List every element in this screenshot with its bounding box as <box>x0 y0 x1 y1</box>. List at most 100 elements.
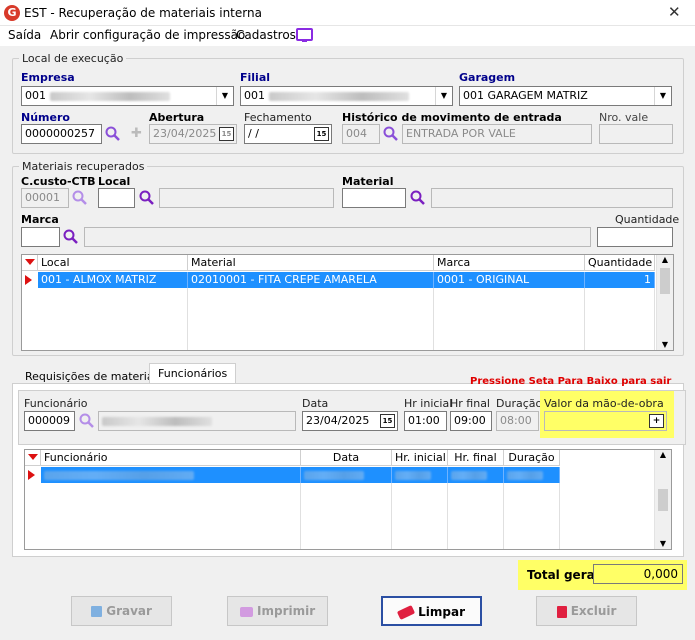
menu-cadastros[interactable]: Cadastros <box>236 28 296 42</box>
search-icon[interactable] <box>383 126 399 142</box>
fechamento-date[interactable]: / / 15 <box>244 124 332 144</box>
col-data[interactable]: Data <box>301 450 392 466</box>
abertura-value: 23/04/2025 <box>153 127 217 140</box>
hr-inicial-label: Hr inicial <box>404 397 453 410</box>
chevron-up-icon[interactable]: ▲ <box>657 255 673 264</box>
gravar-button[interactable]: Gravar <box>71 596 172 626</box>
menu-saida[interactable]: Saída <box>8 28 41 42</box>
marca-input[interactable] <box>21 227 60 247</box>
cell-material[interactable]: 02010001 - FITA CREPE AMARELA <box>188 272 434 288</box>
cell-redacted <box>44 470 194 480</box>
scroll-thumb[interactable] <box>658 489 668 511</box>
chevron-down-icon[interactable]: ▼ <box>655 539 671 548</box>
empresa-label: Empresa <box>21 71 75 84</box>
cell-redacted <box>395 470 431 480</box>
menu-abrir-configuracao[interactable]: Abrir configuração de impressão <box>50 28 245 42</box>
grid-empty-col <box>188 288 434 350</box>
col-funcionario[interactable]: Funcionário <box>41 450 301 466</box>
numero-input[interactable]: 0000000257 <box>21 124 102 144</box>
limpar-button[interactable]: Limpar <box>381 596 482 626</box>
funcionarios-table[interactable]: Funcionário Data Hr. inicial Hr. final D… <box>24 449 672 550</box>
calculator-icon[interactable]: + <box>649 414 664 428</box>
duracao-label: Duração <box>496 397 543 410</box>
nro-vale-input <box>599 124 673 144</box>
tab-funcionarios[interactable]: Funcionários <box>149 363 237 384</box>
search-icon[interactable] <box>63 229 79 245</box>
col-quantidade[interactable]: Quantidade <box>585 255 655 271</box>
data-date[interactable]: 23/04/2025 15 <box>302 411 398 431</box>
cell-redacted <box>507 470 543 480</box>
vertical-scrollbar[interactable]: ▲ ▼ <box>654 450 671 549</box>
col-hr-inicial[interactable]: Hr. inicial <box>392 450 448 466</box>
cell-local[interactable]: 001 - ALMOX MATRIZ <box>38 272 188 288</box>
col-material[interactable]: Material <box>188 255 434 271</box>
grid-empty-col <box>504 483 560 549</box>
excluir-button[interactable]: Excluir <box>536 596 637 626</box>
calendar-icon[interactable]: 15 <box>380 414 395 428</box>
garagem-select[interactable]: 001 GARAGEM MATRIZ ▼ <box>459 86 672 106</box>
funcionario-input[interactable]: 000009 <box>24 411 75 431</box>
calendar-icon[interactable]: 15 <box>314 127 329 141</box>
col-duracao[interactable]: Duração <box>504 450 560 466</box>
chevron-down-icon[interactable]: ▼ <box>435 87 452 105</box>
local-input[interactable] <box>98 188 135 208</box>
imprimir-button[interactable]: Imprimir <box>227 596 328 626</box>
search-icon[interactable] <box>105 126 121 142</box>
garagem-label: Garagem <box>459 71 516 84</box>
cell-funcionario[interactable] <box>41 467 301 483</box>
valor-label: Valor da mão-de-obra <box>544 397 664 410</box>
plus-icon[interactable]: ✚ <box>131 126 142 141</box>
empresa-value: 001 <box>25 89 46 102</box>
quantidade-label: Quantidade <box>615 213 680 226</box>
close-icon[interactable]: ✕ <box>668 3 681 21</box>
search-icon[interactable] <box>410 190 426 206</box>
calendar-icon[interactable]: 15 <box>219 127 234 141</box>
imprimir-label: Imprimir <box>257 604 316 618</box>
sort-arrow-icon <box>28 454 38 460</box>
grid-empty-col <box>585 288 655 350</box>
vertical-scrollbar[interactable]: ▲ ▼ <box>656 255 673 350</box>
search-icon[interactable] <box>139 190 155 206</box>
grid-empty-col <box>392 483 448 549</box>
local-desc <box>159 188 334 208</box>
cell-hr-inicial[interactable] <box>392 467 448 483</box>
filial-select[interactable]: 001 ▼ <box>240 86 453 106</box>
grid-empty-col <box>301 483 392 549</box>
funcionario-redacted <box>102 416 212 426</box>
duracao-input: 08:00 <box>496 411 539 431</box>
materiais-table[interactable]: Local Material Marca Quantidade 001 - AL… <box>21 254 674 351</box>
col-marca[interactable]: Marca <box>434 255 585 271</box>
empresa-redacted <box>49 91 170 101</box>
scroll-thumb[interactable] <box>660 268 670 294</box>
grid-indicator-header <box>22 255 38 271</box>
quantidade-input[interactable] <box>597 227 673 247</box>
cell-duracao[interactable] <box>504 467 560 483</box>
chevron-down-icon[interactable]: ▼ <box>654 87 671 105</box>
cell-data[interactable] <box>301 467 392 483</box>
valor-input[interactable]: + <box>544 411 667 431</box>
search-icon[interactable] <box>79 413 95 429</box>
hr-final-input[interactable]: 09:00 <box>450 411 492 431</box>
col-local[interactable]: Local <box>38 255 188 271</box>
empresa-select[interactable]: 001 ▼ <box>21 86 234 106</box>
material-input[interactable] <box>342 188 406 208</box>
monitor-icon[interactable] <box>296 28 313 42</box>
chevron-down-icon[interactable]: ▼ <box>657 340 673 349</box>
chevron-up-icon[interactable]: ▲ <box>655 450 671 459</box>
cell-marca[interactable]: 0001 - ORIGINAL <box>434 272 585 288</box>
data-value: 23/04/2025 <box>306 414 370 427</box>
hr-inicial-input[interactable]: 01:00 <box>404 411 447 431</box>
fechamento-value: / / <box>248 127 259 140</box>
col-hr-final[interactable]: Hr. final <box>448 450 504 466</box>
filial-redacted <box>268 91 409 101</box>
cell-hr-final[interactable] <box>448 467 504 483</box>
material-label: Material <box>342 175 394 188</box>
total-value: 0,000 <box>593 564 683 584</box>
chevron-down-icon[interactable]: ▼ <box>216 87 233 105</box>
materiais-legend: Materiais recuperados <box>22 160 145 173</box>
title-bar: G EST - Recuperação de materiais interna… <box>0 0 695 26</box>
search-icon[interactable] <box>72 190 88 206</box>
historico-code: 004 <box>342 124 380 144</box>
cell-quantidade[interactable]: 1 <box>585 272 655 288</box>
grid-empty-col <box>41 483 301 549</box>
